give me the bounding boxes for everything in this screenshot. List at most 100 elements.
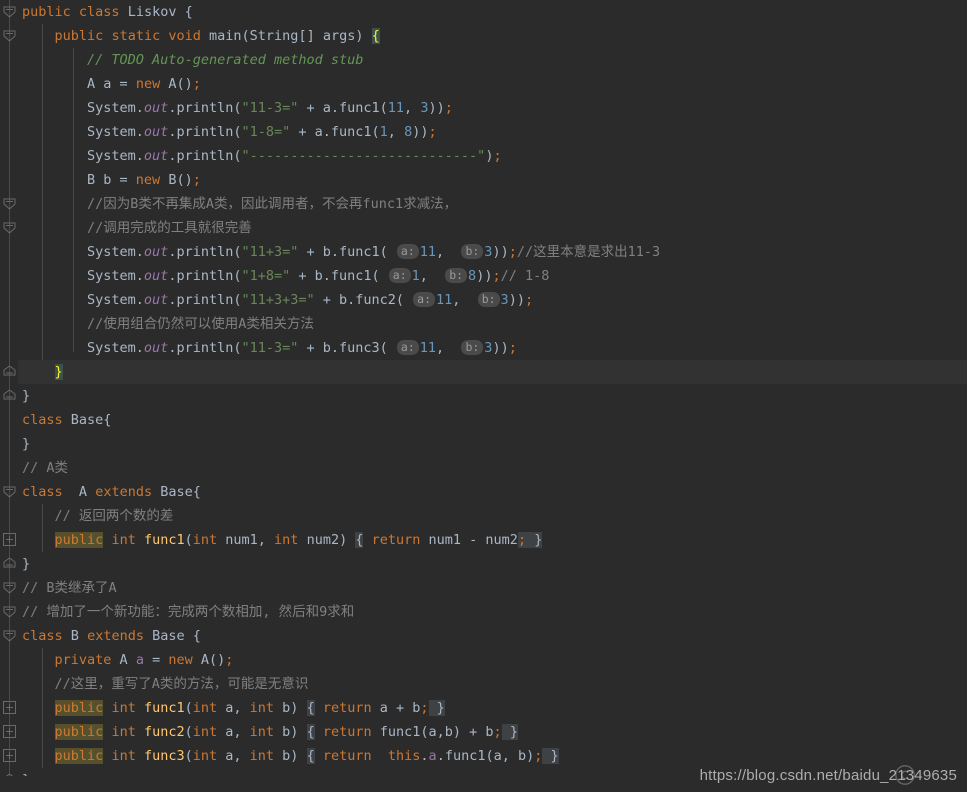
- comment-a-class: // A类: [22, 460, 69, 476]
- token-keyword-this: this: [387, 748, 421, 764]
- string-11p3p3: "11+3+3=": [241, 292, 315, 308]
- fold-marker-collapsed[interactable]: [2, 700, 17, 715]
- editor-gutter[interactable]: [0, 0, 18, 792]
- code-line-11[interactable]: System.out.println("11+3=" + b.func1( a:…: [18, 240, 967, 264]
- comment-override: //这里，重写了A类的方法，可能是无意识: [54, 676, 309, 692]
- token-keyword-static: static: [111, 28, 161, 44]
- code-line-8[interactable]: B b = new B();: [18, 168, 967, 192]
- code-line-12[interactable]: System.out.println("1+8=" + b.func1( a: 1…: [18, 264, 967, 288]
- inlay-hint-a: a:: [388, 268, 411, 283]
- code-line-29[interactable]: //这里，重写了A类的方法，可能是无意识: [18, 672, 967, 696]
- code-editor[interactable]: public class Liskov { public static void…: [0, 0, 967, 792]
- comment-1-8: // 1-8: [500, 268, 550, 284]
- matching-brace-open: {: [371, 28, 380, 44]
- fold-marker-end[interactable]: [2, 556, 17, 571]
- code-line-18[interactable]: class Base{: [18, 408, 967, 432]
- fold-marker-expanded[interactable]: [2, 484, 17, 499]
- code-line-32[interactable]: public int func3(int a, int b) { return …: [18, 744, 967, 768]
- code-line-25[interactable]: // B类继承了A: [18, 576, 967, 600]
- code-line-14[interactable]: //使用组合仍然可以使用A类相关方法: [18, 312, 967, 336]
- token-type-base: Base: [70, 412, 104, 428]
- code-line-4[interactable]: A a = new A();: [18, 72, 967, 96]
- fold-marker-expanded[interactable]: [2, 580, 17, 595]
- token-field-out: out: [143, 340, 169, 356]
- inlay-hint-a: a:: [413, 292, 436, 307]
- code-line-30[interactable]: public int func1(int a, int b) { return …: [18, 696, 967, 720]
- fold-marker-expanded[interactable]: [2, 628, 17, 643]
- code-line-20[interactable]: // A类: [18, 456, 967, 480]
- fold-region-brace[interactable]: {: [306, 700, 315, 716]
- code-line-7[interactable]: System.out.println("--------------------…: [18, 144, 967, 168]
- comment-no-inherit: //因为B类不再集成A类，因此调用者，不会再func1求减法，: [87, 196, 458, 212]
- comment-tool-good: //调用完成的工具就很完善: [87, 220, 252, 236]
- token-keyword-extends: extends: [95, 484, 153, 500]
- token-type-liskov: Liskov: [127, 4, 177, 20]
- token-type-b: B: [70, 628, 79, 644]
- code-line-27[interactable]: class B extends Base {: [18, 624, 967, 648]
- inlay-hint-b: b:: [461, 340, 484, 355]
- code-line-31[interactable]: public int func2(int a, int b) { return …: [18, 720, 967, 744]
- fold-marker-collapsed[interactable]: [2, 748, 17, 763]
- comment-todo: // TODO Auto-generated method stub: [87, 52, 364, 68]
- token-keyword-void: void: [168, 28, 201, 44]
- fold-marker-expanded[interactable]: [2, 604, 17, 619]
- code-line-6[interactable]: System.out.println("1-8=" + a.func1(1, 8…: [18, 120, 967, 144]
- code-line-10[interactable]: //调用完成的工具就很完善: [18, 216, 967, 240]
- fold-region-brace[interactable]: {: [306, 724, 315, 740]
- code-content[interactable]: public class Liskov { public static void…: [18, 0, 967, 792]
- token-type-base: Base: [160, 484, 193, 500]
- token-keyword-class: class: [22, 628, 63, 644]
- token-method-main: main: [209, 28, 242, 44]
- comment-intent-11-3: //这里本意是求出11-3: [516, 244, 661, 260]
- token-keyword-class: class: [78, 4, 120, 20]
- token-type-a: A: [78, 484, 88, 500]
- string-11p3: "11+3=": [241, 244, 299, 260]
- watermark-url: https://blog.csdn.net/baidu_21349635: [699, 767, 957, 784]
- code-line-13[interactable]: System.out.println("11+3+3=" + b.func2( …: [18, 288, 967, 312]
- comment-new-feature: // 增加了一个新功能：完成两个数相加, 然后和9求和: [22, 604, 355, 620]
- fold-marker-expanded[interactable]: [2, 220, 17, 235]
- fold-marker-end[interactable]: [2, 388, 17, 403]
- code-line-17[interactable]: }: [18, 384, 967, 408]
- string-11-3: "11-3=": [241, 100, 299, 116]
- token-method-func1: func1: [143, 700, 185, 716]
- token-keyword-class: class: [22, 412, 63, 428]
- code-line-26[interactable]: // 增加了一个新功能：完成两个数相加, 然后和9求和: [18, 600, 967, 624]
- token-field-out: out: [143, 148, 169, 164]
- code-line-22[interactable]: // 返回两个数的差: [18, 504, 967, 528]
- code-line-19[interactable]: }: [18, 432, 967, 456]
- search-match-public: public: [54, 724, 104, 740]
- fold-region-brace[interactable]: {: [306, 748, 315, 764]
- inlay-hint-b: b:: [445, 268, 468, 283]
- code-line-15[interactable]: System.out.println("11-3=" + b.func3( a:…: [18, 336, 967, 360]
- fold-marker-end[interactable]: [2, 364, 17, 379]
- fold-marker-expanded[interactable]: [2, 4, 17, 19]
- token-method-func3: func3: [143, 748, 185, 764]
- search-match-public: public: [54, 748, 104, 764]
- token-field-out: out: [143, 100, 169, 116]
- code-line-23[interactable]: public int func1(int num1, int num2) { r…: [18, 528, 967, 552]
- code-line-24[interactable]: }: [18, 552, 967, 576]
- code-line-21[interactable]: class A extends Base{: [18, 480, 967, 504]
- code-line-9[interactable]: //因为B类不再集成A类，因此调用者，不会再func1求减法，: [18, 192, 967, 216]
- matching-brace-close: }: [54, 364, 63, 380]
- comment-return-diff: // 返回两个数的差: [54, 508, 174, 524]
- code-line-5[interactable]: System.out.println("11-3=" + a.func1(11,…: [18, 96, 967, 120]
- code-line-3[interactable]: // TODO Auto-generated method stub: [18, 48, 967, 72]
- token-keyword-class: class: [22, 484, 63, 500]
- code-line-16[interactable]: }: [18, 360, 967, 384]
- inlay-hint-a: a:: [396, 244, 419, 259]
- code-line-2[interactable]: public static void main(String[] args) {: [18, 24, 967, 48]
- fold-marker-collapsed[interactable]: [2, 532, 17, 547]
- code-line-28[interactable]: private A a = new A();: [18, 648, 967, 672]
- token-method-func1: func1: [143, 532, 185, 548]
- search-match-public: public: [54, 532, 104, 548]
- token-keyword-new: new: [135, 172, 161, 188]
- string-11m3b: "11-3=": [241, 340, 299, 356]
- code-line-1[interactable]: public class Liskov {: [18, 0, 967, 24]
- fold-marker-expanded[interactable]: [2, 28, 17, 43]
- token-field-out: out: [143, 124, 169, 140]
- fold-marker-collapsed[interactable]: [2, 724, 17, 739]
- token-keyword-extends: extends: [87, 628, 144, 644]
- fold-marker-expanded[interactable]: [2, 196, 17, 211]
